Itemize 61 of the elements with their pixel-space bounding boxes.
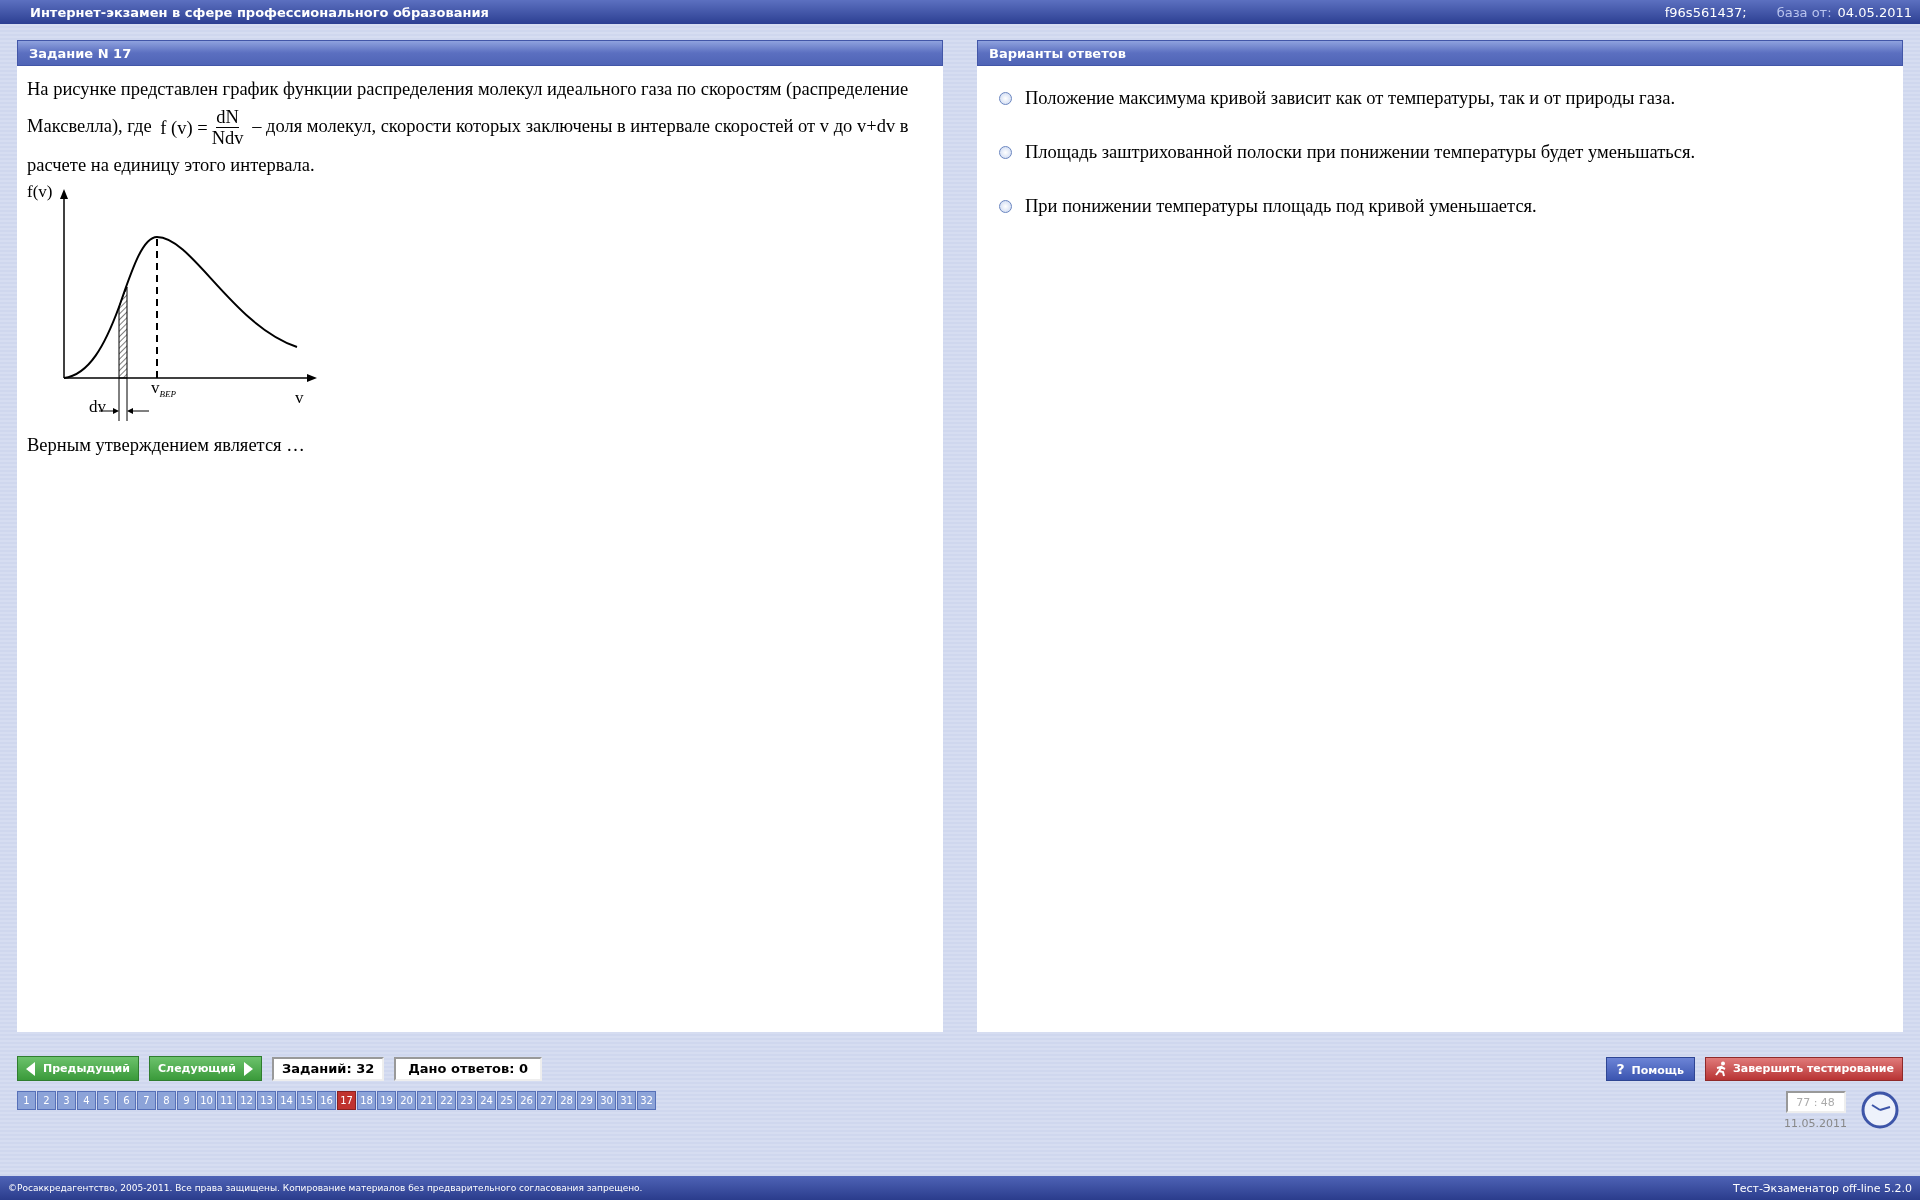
question-number-button[interactable]: 21 [417, 1091, 436, 1110]
question-number-button[interactable]: 23 [457, 1091, 476, 1110]
question-number-button[interactable]: 30 [597, 1091, 616, 1110]
question-number-button[interactable]: 9 [177, 1091, 196, 1110]
clock-icon [1861, 1091, 1899, 1129]
next-button[interactable]: Следующий [149, 1056, 262, 1081]
question-number-button[interactable]: 16 [317, 1091, 336, 1110]
answer-option[interactable]: Площадь заштрихованной полоски при понижении температуры будет уменьшаться. [1025, 142, 1696, 163]
question-number-button[interactable]: 29 [577, 1091, 596, 1110]
question-number-button[interactable]: 24 [477, 1091, 496, 1110]
current-date: 11.05.2011 [1784, 1117, 1847, 1130]
radio-button[interactable] [999, 92, 1012, 105]
question-number-button[interactable]: 4 [77, 1091, 96, 1110]
question-number-button[interactable]: 5 [97, 1091, 116, 1110]
radio-button[interactable] [999, 146, 1012, 159]
question-number-button[interactable]: 19 [377, 1091, 396, 1110]
question-number-button[interactable]: 12 [237, 1091, 256, 1110]
question-number-button[interactable]: 11 [217, 1091, 236, 1110]
task-counter: Заданий: 32 [271, 1056, 385, 1081]
previous-button[interactable]: Предыдущий [17, 1056, 139, 1081]
help-button[interactable]: ? Помощь [1605, 1056, 1695, 1081]
radio-button[interactable] [999, 200, 1012, 213]
question-number-button[interactable]: 8 [157, 1091, 176, 1110]
question-number-button[interactable]: 13 [257, 1091, 276, 1110]
answer-option[interactable]: Положение максимума кривой зависит как от температуры, так и от природы газа. [1025, 88, 1675, 109]
session-code: f96s561437; [1664, 4, 1747, 20]
question-number-button[interactable]: 10 [197, 1091, 216, 1110]
interval-label: dv [89, 398, 106, 416]
base-date: 04.05.2011 [1837, 4, 1912, 20]
question-number-button[interactable]: 27 [537, 1091, 556, 1110]
timer-field: 77 : 48 [1785, 1091, 1846, 1113]
question-number-button[interactable]: 20 [397, 1091, 416, 1110]
base-label: база от: [1776, 4, 1832, 20]
runner-icon [1713, 1060, 1728, 1077]
question-number-button[interactable]: 15 [297, 1091, 316, 1110]
question-number-button[interactable]: 7 [137, 1091, 156, 1110]
answer-option[interactable]: При понижении температуры площадь под кривой уменьшается. [1025, 196, 1537, 217]
question-number-button[interactable]: 18 [357, 1091, 376, 1110]
panel-header: Задание N 17 [17, 40, 943, 66]
question-number-button[interactable]: 2 [37, 1091, 56, 1110]
answer-counter: Дано ответов: 0 [394, 1056, 542, 1081]
finish-button[interactable]: Завершить тестирование [1704, 1056, 1903, 1081]
copyright-text: ©Росаккредагентство, 2005-2011. Все права защищены. Копирование материалов без предварительного согласования запрещено. [8, 1183, 643, 1193]
question-prompt: Верным утверждением является … [27, 434, 306, 457]
axis-label: v [295, 389, 304, 407]
question-number-button[interactable]: 32 [637, 1091, 656, 1110]
question-number-button[interactable]: 26 [517, 1091, 536, 1110]
question-number-button[interactable]: 25 [497, 1091, 516, 1110]
question-number-button[interactable]: 3 [57, 1091, 76, 1110]
panel-header: Варианты ответов [977, 40, 1903, 66]
question-number-button[interactable]: 17 [337, 1091, 356, 1110]
peak-label: v$_{ВЕР}$ [151, 379, 176, 402]
question-number-button[interactable]: 31 [617, 1091, 636, 1110]
question-number-button[interactable]: 1 [17, 1091, 36, 1110]
question-number-button[interactable]: 22 [437, 1091, 456, 1110]
version-text: Тест-Экзаменатор off-line 5.2.0 [1732, 1181, 1912, 1195]
axis-label: f(v) [27, 183, 53, 201]
question-number-button[interactable]: 6 [117, 1091, 136, 1110]
question-number-button[interactable]: 28 [557, 1091, 576, 1110]
window-title: Интернет-экзамен в сфере профессионального образования [30, 4, 489, 20]
question-number-button[interactable]: 14 [277, 1091, 296, 1110]
